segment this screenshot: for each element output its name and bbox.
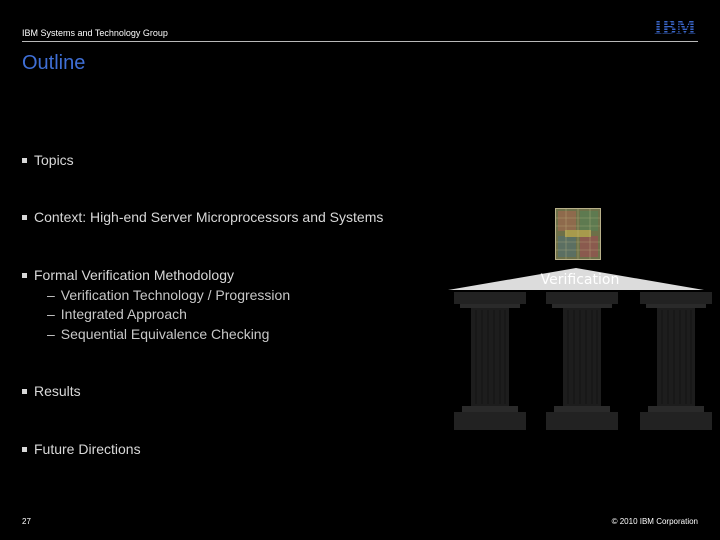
bullet-results: Results	[22, 383, 81, 399]
sub-bullet-dash: –	[47, 287, 55, 303]
sub-bullet-text: Verification Technology / Progression	[60, 287, 291, 303]
sub-bullet-dash: –	[47, 306, 55, 322]
bullet-text: Formal Verification Methodology	[34, 267, 234, 283]
bullet-text: Topics	[34, 152, 74, 168]
bullet-mark	[22, 215, 27, 220]
pillar-right	[640, 292, 712, 430]
bullet-mark	[22, 389, 27, 394]
bullet-mark	[22, 273, 27, 278]
bullet-methodology: Formal Verification Methodology	[22, 267, 234, 283]
copyright: © 2010 IBM Corporation	[611, 517, 698, 526]
bullet-context: Context: High-end Server Microprocessors…	[22, 209, 383, 225]
bullet-mark	[22, 158, 27, 163]
page-number: 27	[22, 517, 31, 526]
sub-bullet-text: Integrated Approach	[60, 306, 187, 322]
sub-bullet-approach: – Integrated Approach	[47, 306, 187, 322]
header-group: IBM Systems and Technology Group	[22, 28, 168, 38]
pillar-left	[454, 292, 526, 430]
verification-label: Verification	[540, 272, 620, 288]
bullet-text: Future Directions	[34, 441, 141, 457]
sub-bullet-technology: – Verification Technology / Progression	[47, 287, 290, 303]
bullet-future: Future Directions	[22, 441, 141, 457]
bullet-text: Context: High-end Server Microprocessors…	[34, 209, 384, 225]
sub-bullet-text: Sequential Equivalence Checking	[60, 326, 270, 342]
processor-chip-image	[555, 208, 601, 260]
bullet-mark	[22, 447, 27, 452]
ibm-logo: IBM	[654, 16, 696, 36]
page-title: Outline	[22, 52, 86, 74]
bullet-text: Results	[34, 383, 81, 399]
sub-bullet-dash: –	[47, 326, 55, 342]
ibm-logo-text: IBM	[654, 16, 696, 36]
header-rule	[22, 41, 698, 42]
bullet-topics: Topics	[22, 152, 74, 168]
pillar-middle	[546, 292, 618, 430]
sub-bullet-sec: – Sequential Equivalence Checking	[47, 326, 269, 342]
